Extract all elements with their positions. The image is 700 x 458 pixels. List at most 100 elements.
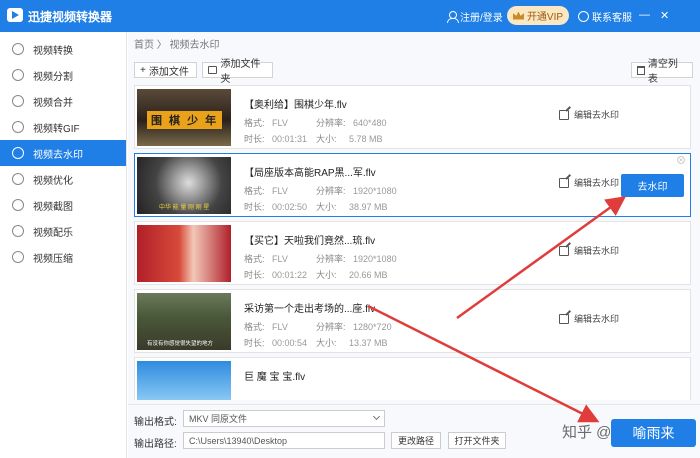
meta-format: 格式: FLV <box>244 320 288 333</box>
format-value: FLV <box>272 322 288 332</box>
resolution-value: 1920*1080 <box>353 186 397 196</box>
output-path-field[interactable]: C:\Users\13940\Desktop <box>183 432 385 449</box>
list-item[interactable]: 【买它】天啦我们竟然...琉.flv 格式: FLV 分辨率: 1920*108… <box>134 221 691 285</box>
video-thumbnail: 有没有你感觉很失望的地方 <box>137 293 231 350</box>
headset-icon <box>578 11 589 22</box>
sidebar-item-video-merge[interactable]: 视频合并 <box>0 88 126 114</box>
sidebar-item-label: 视频转换 <box>33 45 73 57</box>
duration-label: 时长: <box>244 134 265 144</box>
plus-icon: + <box>140 64 146 76</box>
folder-icon <box>208 66 218 74</box>
sidebar-item-video-split[interactable]: 视频分割 <box>0 62 126 88</box>
file-name: 采访第一个走出考场的...座.flv <box>244 304 376 315</box>
size-label: 大小: <box>316 270 337 280</box>
music-icon <box>12 225 24 237</box>
video-list: 围 棋 少 年 【奥利给】围棋少年.flv 格式: FLV 分辨率: 640*4… <box>134 85 693 400</box>
edit-watermark-button[interactable]: 编辑去水印 <box>559 244 619 257</box>
duration-value: 00:02:50 <box>272 202 308 212</box>
output-format-select[interactable]: MKV 同原文件 <box>183 410 385 427</box>
film-icon <box>12 43 24 55</box>
sidebar-item-label: 视频配乐 <box>33 227 73 239</box>
edit-icon <box>559 109 569 120</box>
list-item[interactable]: 巨 魔 宝 宝.flv <box>134 357 691 400</box>
close-button[interactable]: ✕ <box>660 9 669 22</box>
clear-list-button[interactable]: 清空列表 <box>631 59 693 85</box>
sidebar-item-video-optimize[interactable]: 视频优化 <box>0 166 126 192</box>
sidebar-item-label: 视频优化 <box>33 175 73 187</box>
crown-icon <box>512 11 524 20</box>
output-format-value: MKV 同原文件 <box>189 414 248 424</box>
duration-value: 00:00:54 <box>272 338 308 348</box>
video-thumbnail: 围 棋 少 年 <box>137 89 231 146</box>
user-icon <box>447 11 459 23</box>
size-label: 大小: <box>316 202 337 212</box>
duration-value: 00:01:31 <box>272 134 308 144</box>
edit-watermark-button[interactable]: 编辑去水印 <box>559 176 619 189</box>
file-name: 【奥利给】围棋少年.flv <box>244 100 347 111</box>
list-item[interactable]: 中华 能 量 刚 刚 星 【局座版本高能RAP黑...军.flv 格式: FLV… <box>134 153 691 217</box>
file-name: 【买它】天啦我们竟然...琉.flv <box>244 236 376 247</box>
sidebar-item-video-gif[interactable]: 视频转GIF <box>0 114 126 140</box>
format-label: 格式: <box>244 322 265 332</box>
change-path-button[interactable]: 更改路径 <box>391 432 441 449</box>
meta-format: 格式: FLV <box>244 116 288 129</box>
sidebar: 视频转换 视频分割 视频合并 视频转GIF 视频去水印 视频优化 视频截图 视频… <box>0 32 127 458</box>
resolution-label: 分辨率: <box>316 118 346 128</box>
login-link[interactable]: 注册/登录 <box>447 9 503 24</box>
sidebar-item-video-screenshot[interactable]: 视频截图 <box>0 192 126 218</box>
edit-icon <box>559 313 569 324</box>
sidebar-item-label: 视频转GIF <box>33 123 80 135</box>
edit-icon <box>559 177 569 188</box>
edit-watermark-button[interactable]: 编辑去水印 <box>559 108 619 121</box>
format-label: 格式: <box>244 254 265 264</box>
meta-resolution: 分辨率: 640*480 <box>316 116 387 129</box>
login-label: 注册/登录 <box>460 13 503 24</box>
split-icon <box>12 69 24 81</box>
close-icon[interactable]: ✕ <box>677 156 685 164</box>
vip-button[interactable]: 开通VIP <box>507 6 569 25</box>
output-path-value: C:\Users\13940\Desktop <box>189 435 288 446</box>
minimize-button[interactable]: — <box>639 9 650 22</box>
resolution-label: 分辨率: <box>316 322 346 332</box>
trash-icon <box>637 65 645 75</box>
meta-resolution: 分辨率: 1920*1080 <box>316 184 397 197</box>
clear-list-label: 清空列表 <box>647 59 678 85</box>
optimize-icon <box>12 173 24 185</box>
sidebar-item-video-convert[interactable]: 视频转换 <box>0 36 126 62</box>
start-button[interactable]: 喻雨来 <box>611 419 696 447</box>
sidebar-item-label: 视频分割 <box>33 71 73 83</box>
format-value: FLV <box>272 118 288 128</box>
meta-duration: 时长: 00:01:22 <box>244 268 307 281</box>
resolution-value: 640*480 <box>353 118 387 128</box>
size-value: 20.66 MB <box>349 270 388 280</box>
output-path-label: 输出路径: <box>134 439 177 450</box>
gif-icon <box>12 121 24 133</box>
remove-watermark-button[interactable]: 去水印 <box>621 174 684 197</box>
meta-format: 格式: FLV <box>244 252 288 265</box>
meta-size: 大小: 13.37 MB <box>316 336 388 349</box>
video-thumbnail <box>137 225 231 282</box>
sidebar-item-video-compress[interactable]: 视频压缩 <box>0 244 126 270</box>
edit-watermark-button[interactable]: 编辑去水印 <box>559 312 619 325</box>
list-item[interactable]: 有没有你感觉很失望的地方 采访第一个走出考场的...座.flv 格式: FLV … <box>134 289 691 353</box>
resolution-value: 1280*720 <box>353 322 392 332</box>
thumbnail-caption: 有没有你感觉很失望的地方 <box>147 341 214 347</box>
sidebar-item-video-music[interactable]: 视频配乐 <box>0 218 126 244</box>
list-item[interactable]: 围 棋 少 年 【奥利给】围棋少年.flv 格式: FLV 分辨率: 640*4… <box>134 85 691 149</box>
contact-service-link[interactable]: 联系客服 <box>578 9 632 24</box>
meta-duration: 时长: 00:01:31 <box>244 132 307 145</box>
resolution-label: 分辨率: <box>316 186 346 196</box>
add-file-button[interactable]: + 添加文件 <box>134 62 197 78</box>
open-folder-button[interactable]: 打开文件夹 <box>448 432 506 449</box>
meta-resolution: 分辨率: 1920*1080 <box>316 252 397 265</box>
meta-format: 格式: FLV <box>244 184 288 197</box>
sidebar-item-label: 视频去水印 <box>33 149 83 161</box>
merge-icon <box>12 95 24 107</box>
app-title: 迅捷视频转换器 <box>28 10 113 24</box>
output-bar: 输出格式: MKV 同原文件 输出路径: C:\Users\13940\Desk… <box>128 404 700 458</box>
sidebar-item-label: 视频压缩 <box>33 253 73 265</box>
sidebar-item-remove-watermark[interactable]: 视频去水印 <box>0 140 126 166</box>
breadcrumb: 首页 〉 视频去水印 <box>134 40 220 51</box>
compress-icon <box>12 251 24 263</box>
add-folder-button[interactable]: 添加文件夹 <box>202 59 273 85</box>
